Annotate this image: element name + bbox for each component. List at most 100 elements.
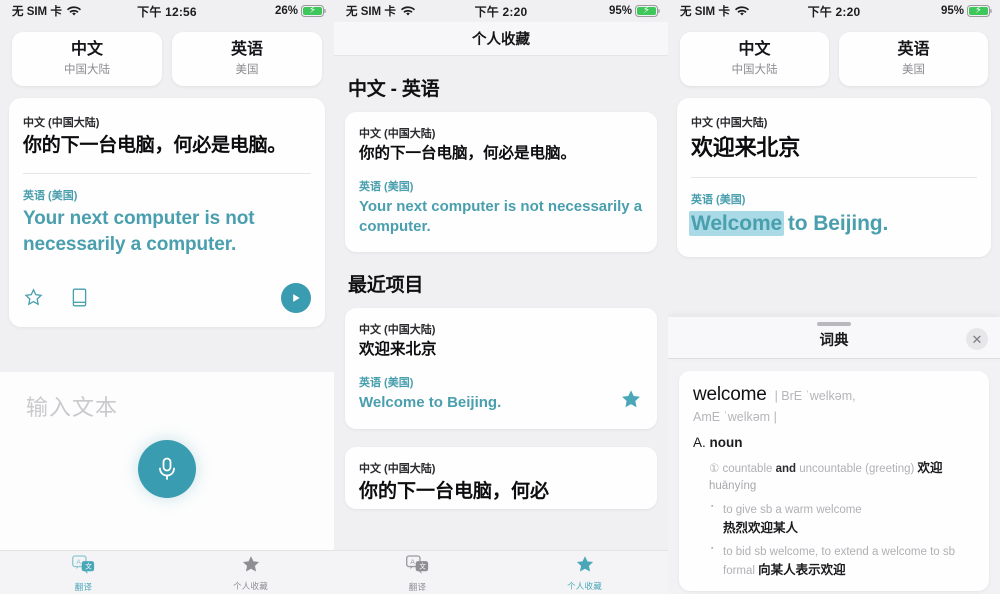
example-en: to give sb a warm welcome: [723, 503, 862, 516]
status-bar-right: 95% ⚡: [940, 5, 993, 17]
dictionary-entry-card: welcome | BrE ˈwelkəm, AmE ˈwelkəm | A. …: [679, 371, 989, 591]
dictionary-ipa-bre: | BrE ˈwelkəm,: [774, 389, 856, 403]
dictionary-example: to bid sb welcome, to extend a welcome t…: [693, 544, 975, 581]
tab-translate-label: 翻译: [408, 581, 427, 592]
status-bar-right: 26% ⚡: [274, 5, 327, 17]
charging-bolt-icon: ⚡: [974, 5, 983, 16]
dictionary-sheet: 词典 ✕ welcome | BrE ˈwelkəm, AmE ˈwelkəm …: [668, 317, 1000, 594]
tab-translate-label: 翻译: [74, 581, 93, 592]
sense-pinyin: huānyíng: [709, 480, 757, 493]
svg-text:文: 文: [85, 561, 92, 570]
target-language-button[interactable]: 英语 美国: [172, 32, 322, 86]
source-language-region: 中国大陆: [64, 64, 110, 76]
recent-target-label: 英语 (美国): [359, 377, 414, 390]
tab-bar: A 文 翻译 个人收藏: [0, 550, 334, 594]
sense-number: ①: [709, 463, 720, 475]
battery-icon: ⚡: [967, 5, 993, 17]
star-outline-icon[interactable]: [23, 287, 44, 308]
section-header-language-pair: 中文 - 英语: [348, 79, 440, 100]
source-language-name: 中文: [70, 41, 103, 58]
target-language-name: 英语: [897, 41, 930, 58]
translation-source-text: 欢迎来北京: [691, 135, 801, 160]
pinned-favorite-card[interactable]: 中文 (中国大陆) 你的下一台电脑，何必是电脑。 英语 (美国) Your ne…: [345, 112, 657, 253]
svg-text:A: A: [76, 558, 81, 565]
example-register-label: formal: [723, 565, 755, 578]
battery-percent-label: 95%: [940, 5, 964, 17]
pinned-target-text: Your next computer is not necessarily a …: [359, 197, 643, 236]
close-icon[interactable]: ✕: [966, 328, 988, 350]
phone-screen-translate: 无 SIM 卡 下午 12:56 26% ⚡ 中文 中国大陆 英语 美国 中文 …: [0, 0, 334, 594]
pinned-target-label: 英语 (美国): [359, 180, 414, 193]
dictionary-pos-row: A. noun: [693, 435, 975, 450]
recent-target-text: Welcome to Beijing.: [359, 394, 502, 412]
translation-card[interactable]: 中文 (中国大陆) 欢迎来北京 英语 (美国) Welcome to Beiji…: [677, 98, 991, 258]
example-en: to bid sb welcome, to extend a welcome t…: [723, 546, 956, 558]
source-language-region: 中国大陆: [731, 64, 778, 76]
translation-target-text: Your next computer is not necessarily a …: [23, 208, 255, 256]
star-icon: [575, 555, 595, 579]
text-input-placeholder[interactable]: 输入文本: [0, 372, 334, 422]
example-cn: 热烈欢迎某人: [723, 520, 799, 535]
sense-domain: (greeting): [865, 463, 915, 475]
selected-word[interactable]: Welcome: [689, 211, 785, 237]
translate-icon: A 文: [406, 554, 429, 580]
source-language-button[interactable]: 中文 中国大陆: [12, 32, 162, 86]
sheet-header: 词典 ✕: [668, 317, 1000, 359]
translation-source-label: 中文 (中国大陆): [23, 117, 100, 129]
sense-translation-cn: 欢迎: [917, 461, 943, 475]
tab-translate[interactable]: A 文 翻译: [334, 551, 501, 594]
pinned-source-label: 中文 (中国大陆): [359, 128, 436, 140]
drag-handle[interactable]: [817, 322, 851, 326]
sense-gram-countable: countable: [722, 463, 773, 475]
translation-target-text: Welcome to Beijing.: [689, 210, 977, 239]
dictionary-pos: noun: [709, 435, 743, 450]
phone-screen-favorites: 无 SIM 卡 下午 2:20 95% ⚡ 个人收藏 中文 - 英语 中文 (中…: [334, 0, 668, 594]
example-cn: 向某人表示欢迎: [758, 563, 846, 578]
recent-item-card-partial[interactable]: 中文 (中国大陆) 你的下一台电脑，何必: [345, 446, 657, 509]
tab-favorites[interactable]: 个人收藏: [501, 551, 668, 594]
source-language-name: 中文: [738, 41, 771, 58]
target-language-region: 美国: [235, 64, 259, 76]
pinned-source-text: 你的下一台电脑，何必是电脑。: [359, 145, 577, 162]
mic-button-wrap: [0, 440, 334, 498]
recent-source-label: 中文 (中国大陆): [359, 462, 436, 475]
translate-icon: A 文: [72, 554, 95, 580]
target-language-region: 美国: [902, 64, 925, 76]
phone-screen-dictionary: 无 SIM 卡 下午 2:20 95% ⚡ 中文 中国大陆 英语 美国 中文 (…: [668, 0, 1000, 594]
target-text-rest: to Beijing.: [782, 212, 889, 236]
translation-card[interactable]: 中文 (中国大陆) 你的下一台电脑，何必是电脑。 英语 (美国) Your ne…: [9, 98, 325, 327]
dictionary-sense: ① countable and uncountable (greeting) 欢…: [693, 459, 975, 496]
target-language-button[interactable]: 英语 美国: [839, 32, 988, 86]
battery-percent-label: 95%: [608, 5, 632, 17]
recent-item-card[interactable]: 中文 (中国大陆) 欢迎来北京 英语 (美国) Welcome to Beiji…: [345, 308, 657, 429]
tab-translate[interactable]: A 文 翻译: [0, 551, 167, 594]
tab-favorites-label: 个人收藏: [233, 581, 268, 591]
recent-source-label: 中文 (中国大陆): [359, 324, 436, 337]
tab-favorites[interactable]: 个人收藏: [167, 551, 334, 594]
sense-gram-uncountable: uncountable: [799, 463, 862, 475]
source-language-button[interactable]: 中文 中国大陆: [680, 32, 829, 86]
battery-icon: ⚡: [635, 5, 661, 17]
star-icon: [241, 555, 261, 579]
tab-bar: A 文 翻译 个人收藏: [334, 550, 668, 594]
play-audio-button[interactable]: [281, 282, 311, 313]
star-icon[interactable]: [620, 389, 642, 415]
status-bar-right: 95% ⚡: [608, 5, 661, 17]
charging-bolt-icon: ⚡: [642, 5, 651, 16]
recent-source-text: 你的下一台电脑，何必: [359, 480, 550, 502]
book-icon[interactable]: [70, 287, 89, 308]
card-divider: [691, 177, 977, 179]
microphone-button[interactable]: [138, 440, 196, 498]
battery-percent-label: 26%: [274, 5, 298, 17]
dictionary-example: to give sb a warm welcome 热烈欢迎某人: [693, 502, 975, 539]
battery-icon: ⚡: [301, 5, 327, 17]
nav-bar: 个人收藏: [334, 22, 668, 56]
status-bar: 无 SIM 卡 下午 12:56 26% ⚡: [0, 0, 334, 22]
language-selector-row: 中文 中国大陆 英语 美国: [0, 22, 334, 98]
recent-source-text: 欢迎来北京: [359, 341, 437, 359]
translation-target-label: 英语 (美国): [23, 190, 78, 203]
language-selector-row: 中文 中国大陆 英语 美国: [668, 22, 1000, 98]
